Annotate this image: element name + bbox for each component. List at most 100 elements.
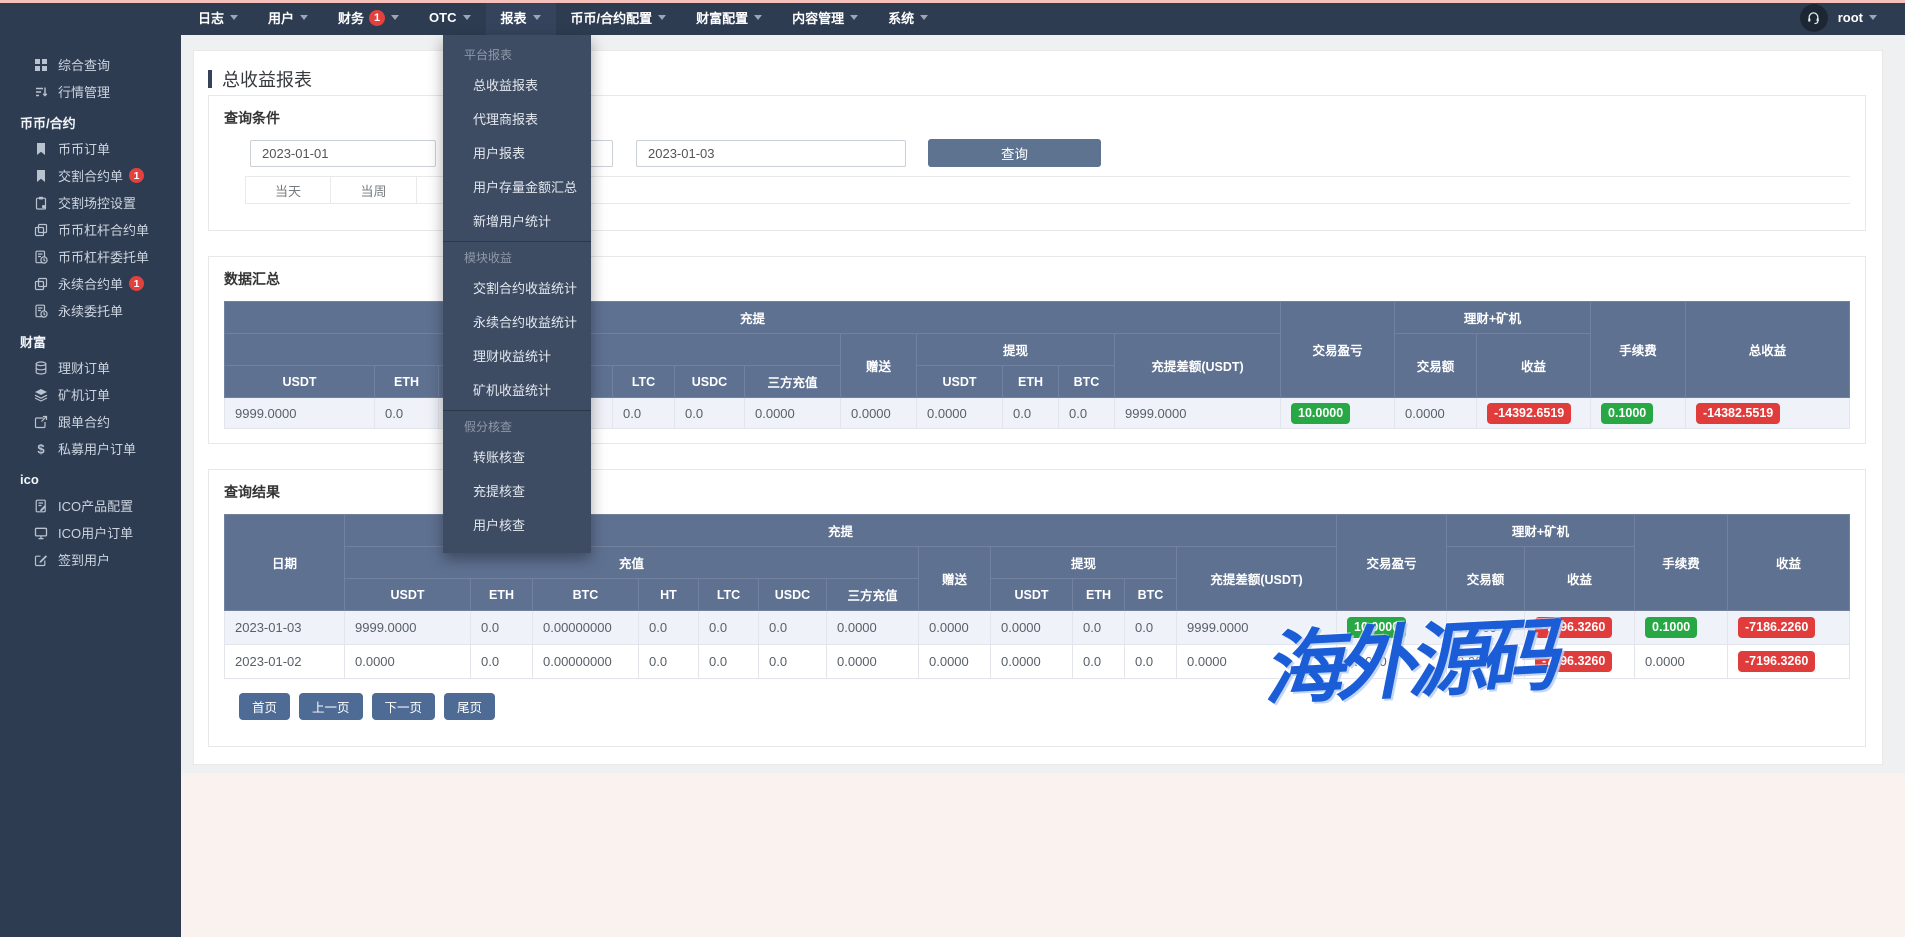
sidebar-item-6[interactable]: 交割场控设置: [0, 189, 181, 216]
table-cell: 0.0000: [919, 611, 991, 645]
table-cell: 0.0: [639, 645, 699, 679]
dropdown-item[interactable]: 新增用户统计: [443, 205, 591, 239]
table-header-cell: 理财+矿机: [1395, 302, 1591, 334]
table-header-cell: ETH: [471, 579, 533, 611]
bookmark-icon: [33, 141, 48, 156]
sidebar-item-7[interactable]: 币币杠杆合约单: [0, 216, 181, 243]
sidebar-item-4[interactable]: 币币订单: [0, 135, 181, 162]
nav-item-3[interactable]: 财务1: [323, 0, 414, 35]
nav-item-4[interactable]: OTC: [414, 0, 485, 35]
reports-dropdown-menu: 平台报表总收益报表代理商报表用户报表用户存量金额汇总新增用户统计模块收益交割合约…: [443, 35, 591, 553]
sidebar-item-14[interactable]: 跟单合约: [0, 408, 181, 435]
sidebar-item-17[interactable]: ICO产品配置: [0, 492, 181, 519]
nav-item-2[interactable]: 用户: [253, 0, 323, 35]
table-cell: -14382.5519: [1686, 398, 1850, 429]
pagination-button-1[interactable]: 首页: [239, 693, 290, 720]
nav-item-6[interactable]: 币币/合约配置: [556, 0, 682, 35]
green-value-badge: 10.0000: [1347, 617, 1406, 638]
sidebar-item-10[interactable]: 永续委托单: [0, 297, 181, 324]
date-end-input[interactable]: [636, 140, 906, 167]
dropdown-item[interactable]: 充提核查: [443, 475, 591, 509]
pagination-button-4[interactable]: 尾页: [444, 693, 495, 720]
dropdown-item[interactable]: 理财收益统计: [443, 340, 591, 374]
sidebar-section-header: 币币/合约: [0, 109, 181, 135]
table-header-cell: 充提: [225, 302, 1281, 334]
chevron-down-icon: [463, 15, 471, 20]
sidebar-item-label: 永续委托单: [58, 301, 123, 320]
table-header-cell: 日期: [225, 515, 345, 611]
sidebar: 综合查询行情管理币币/合约币币订单交割合约单1交割场控设置币币杠杆合约单币币杠杆…: [0, 35, 181, 937]
table-cell: 9999.0000: [225, 398, 375, 429]
topbar-user-area[interactable]: root: [1800, 4, 1877, 32]
sidebar-item-label: ICO产品配置: [58, 496, 133, 515]
sidebar-item-9[interactable]: 永续合约单1: [0, 270, 181, 297]
sidebar-item-1[interactable]: 综合查询: [0, 51, 181, 78]
sidebar-item-label: 交割合约单: [58, 166, 123, 185]
table-cell: 9999.0000: [1115, 398, 1281, 429]
pagination-button-2[interactable]: 上一页: [299, 693, 363, 720]
nav-item-1[interactable]: 日志: [183, 0, 253, 35]
dropdown-item[interactable]: 永续合约收益统计: [443, 306, 591, 340]
sidebar-item-18[interactable]: ICO用户订单: [0, 519, 181, 546]
dropdown-item[interactable]: 用户报表: [443, 137, 591, 171]
quick-date-cell[interactable]: 当天: [245, 177, 331, 203]
sidebar-item-label: 行情管理: [58, 82, 110, 101]
dropdown-item[interactable]: 用户核查: [443, 509, 591, 543]
table-header-cell: 手续费: [1591, 302, 1686, 398]
pagination-button-3[interactable]: 下一页: [372, 693, 436, 720]
table-header-cell: BTC: [533, 579, 639, 611]
table-header-cell: BTC: [1125, 579, 1177, 611]
svg-text:$: $: [37, 442, 45, 456]
top-progress-strip: [0, 0, 1905, 3]
sidebar-item-label: 跟单合约: [58, 412, 110, 431]
nav-item-8[interactable]: 内容管理: [777, 0, 873, 35]
table-header-cell: 充提差额(USDT): [1177, 547, 1337, 611]
dropdown-item[interactable]: 交割合约收益统计: [443, 272, 591, 306]
nav-item-5[interactable]: 报表: [486, 0, 556, 35]
date-start-input[interactable]: [250, 140, 436, 167]
sidebar-item-12[interactable]: 理财订单: [0, 354, 181, 381]
table-header-cell: USDT: [225, 366, 375, 398]
table-cell: 0.0: [1073, 611, 1125, 645]
sidebar-item-2[interactable]: 行情管理: [0, 78, 181, 105]
nav-item-label: OTC: [429, 10, 456, 25]
table-header-cell: USDT: [991, 579, 1073, 611]
chevron-down-icon: [300, 15, 308, 20]
sidebar-item-13[interactable]: 矿机订单: [0, 381, 181, 408]
nav-item-label: 日志: [198, 8, 224, 27]
chevron-down-icon: [658, 15, 666, 20]
headset-avatar-icon[interactable]: [1800, 4, 1828, 32]
chevron-down-icon: [533, 15, 541, 20]
nav-item-7[interactable]: 财富配置: [681, 0, 777, 35]
table-header-cell: BTC: [1059, 366, 1115, 398]
nav-item-label: 系统: [888, 8, 914, 27]
table-cell: 0.0: [1125, 645, 1177, 679]
nav-badge: 1: [369, 10, 385, 26]
table-header-cell: 总收益: [1686, 302, 1850, 398]
table-header-cell: 交易盈亏: [1337, 515, 1447, 611]
sidebar-item-15[interactable]: $私募用户订单: [0, 435, 181, 462]
search-button[interactable]: 查询: [928, 139, 1101, 167]
quick-date-cell[interactable]: 当周: [331, 177, 417, 203]
dropdown-item[interactable]: 用户存量金额汇总: [443, 171, 591, 205]
table-cell: -7186.2260: [1728, 611, 1850, 645]
database-icon: [33, 360, 48, 375]
dropdown-item[interactable]: 代理商报表: [443, 103, 591, 137]
dropdown-item[interactable]: 转账核查: [443, 441, 591, 475]
red-value-badge: -7186.2260: [1738, 617, 1815, 638]
sidebar-item-8[interactable]: 币币杠杆委托单: [0, 243, 181, 270]
dropdown-item[interactable]: 总收益报表: [443, 69, 591, 103]
table-header-cell: ETH: [1003, 366, 1059, 398]
pagination: 首页上一页下一页尾页: [239, 693, 1850, 720]
sidebar-item-19[interactable]: 签到用户: [0, 546, 181, 573]
file-clock-icon: [33, 303, 48, 318]
table-header-cell: 收益: [1477, 334, 1591, 398]
grid-icon: [33, 57, 48, 72]
nav-item-9[interactable]: 系统: [873, 0, 943, 35]
table-header-cell: USDT: [345, 579, 471, 611]
table-header-cell: 充提差额(USDT): [1115, 334, 1281, 398]
sidebar-item-5[interactable]: 交割合约单1: [0, 162, 181, 189]
sidebar-item-label: 币币杠杆合约单: [58, 220, 149, 239]
dropdown-item[interactable]: 矿机收益统计: [443, 374, 591, 408]
edit-square-icon: [33, 552, 48, 567]
